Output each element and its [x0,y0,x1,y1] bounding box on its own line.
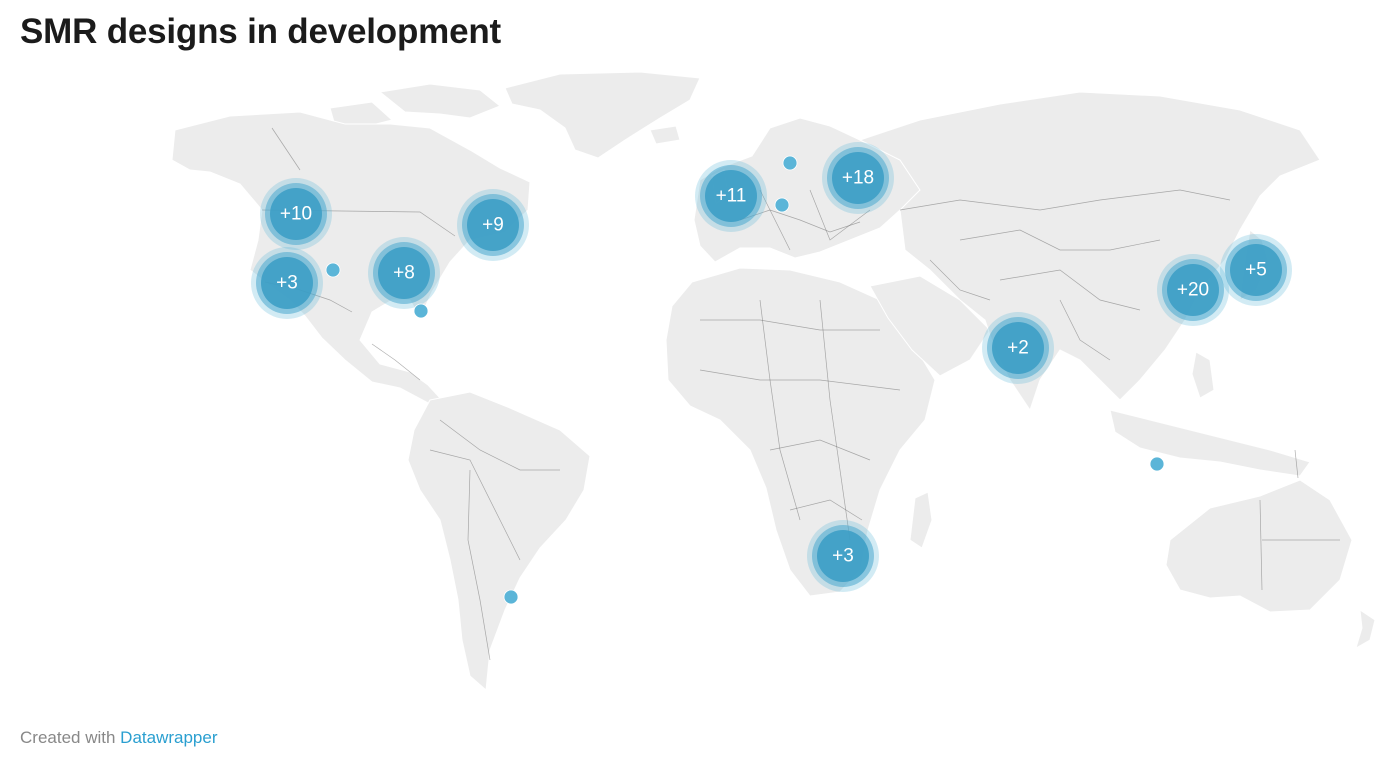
credit-footer: Created with Datawrapper [20,728,218,748]
land-philippines [1191,351,1215,399]
world-map: +10 +3 +8 +9 +11 +18 +2 +20 +5 +3 [171,71,1376,692]
cluster-count-label: +18 [842,168,874,189]
location-dot-florida[interactable] [413,303,429,319]
map-area: +10 +3 +8 +9 +11 +18 +2 +20 +5 +3 [0,0,1382,766]
cluster-count-label: +2 [1007,338,1029,359]
location-dot-sweden[interactable] [782,155,798,171]
land-arctic-islands [378,83,501,119]
land-iceland [649,125,681,145]
cluster-marker-eastern-europe-russia[interactable]: +18 [822,142,894,214]
cluster-marker-california[interactable]: +3 [251,247,323,319]
cluster-marker-china[interactable]: +20 [1157,254,1229,326]
cluster-count-label: +11 [716,186,747,207]
land-north-america [171,111,531,405]
location-dot-central-united-states[interactable] [325,262,341,278]
land-south-america [407,391,591,692]
location-dot-argentina[interactable] [503,589,519,605]
cluster-marker-eastern-canada[interactable]: +9 [457,189,529,261]
land-southeast-asia [1109,409,1311,477]
cluster-count-label: +20 [1177,280,1209,301]
cluster-count-label: +3 [276,273,298,294]
cluster-marker-india[interactable]: +2 [982,312,1054,384]
cluster-count-label: +8 [393,263,415,284]
credit-prefix: Created with [20,728,116,747]
cluster-count-label: +5 [1245,260,1267,281]
land-madagascar [909,491,933,549]
location-dot-central-europe[interactable] [774,197,790,213]
datawrapper-link[interactable]: Datawrapper [120,728,217,747]
cluster-count-label: +3 [832,546,854,567]
land-layer [171,71,1376,692]
cluster-count-label: +9 [482,215,504,236]
location-dot-indonesia[interactable] [1149,456,1165,472]
cluster-count-label: +10 [280,204,312,225]
cluster-marker-japan-korea[interactable]: +5 [1220,234,1292,306]
cluster-marker-western-north-america[interactable]: +10 [260,178,332,250]
cluster-marker-southern-africa[interactable]: +3 [807,520,879,592]
land-greenland [504,71,701,159]
cluster-marker-eastern-united-states[interactable]: +8 [368,237,440,309]
cluster-marker-western-europe[interactable]: +11 [695,160,767,232]
land-australia [1165,479,1353,613]
land-new-zealand [1355,608,1376,650]
